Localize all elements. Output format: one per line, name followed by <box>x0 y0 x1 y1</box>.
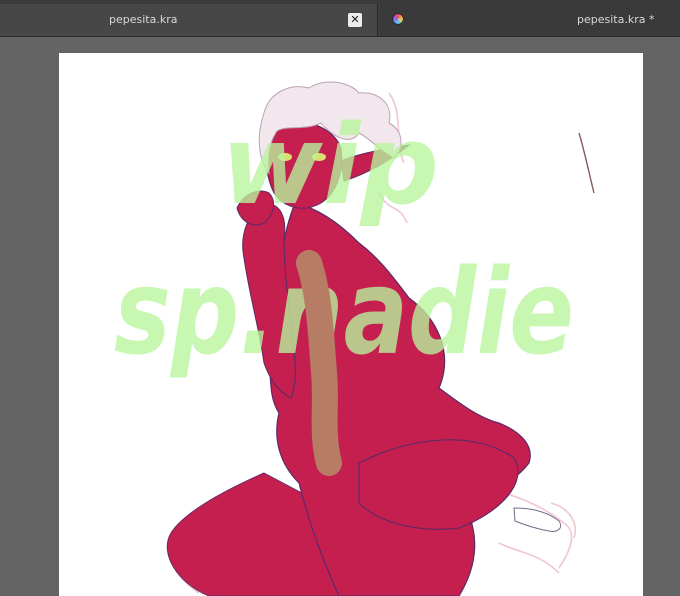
close-icon[interactable]: ✕ <box>348 13 362 27</box>
tab-label: pepesita.kra <box>109 13 178 26</box>
artwork: wip sp.nadie <box>114 81 595 596</box>
watermark-line2: sp.nadie <box>114 243 574 381</box>
tab-document-1[interactable]: pepesita.kra ✕ <box>0 4 378 36</box>
sketch-stroke <box>578 132 595 194</box>
tab-document-2[interactable]: pepesita.kra * <box>380 4 680 36</box>
tab-label: pepesita.kra * <box>577 13 655 26</box>
watermark-line1: wip <box>221 101 439 229</box>
canvas-viewport[interactable]: wip sp.nadie <box>0 37 680 596</box>
krita-app-icon <box>392 13 404 25</box>
drawing-canvas[interactable]: wip sp.nadie <box>59 53 643 596</box>
document-tab-bar: pepesita.kra ✕ pepesita.kra * <box>0 4 680 37</box>
